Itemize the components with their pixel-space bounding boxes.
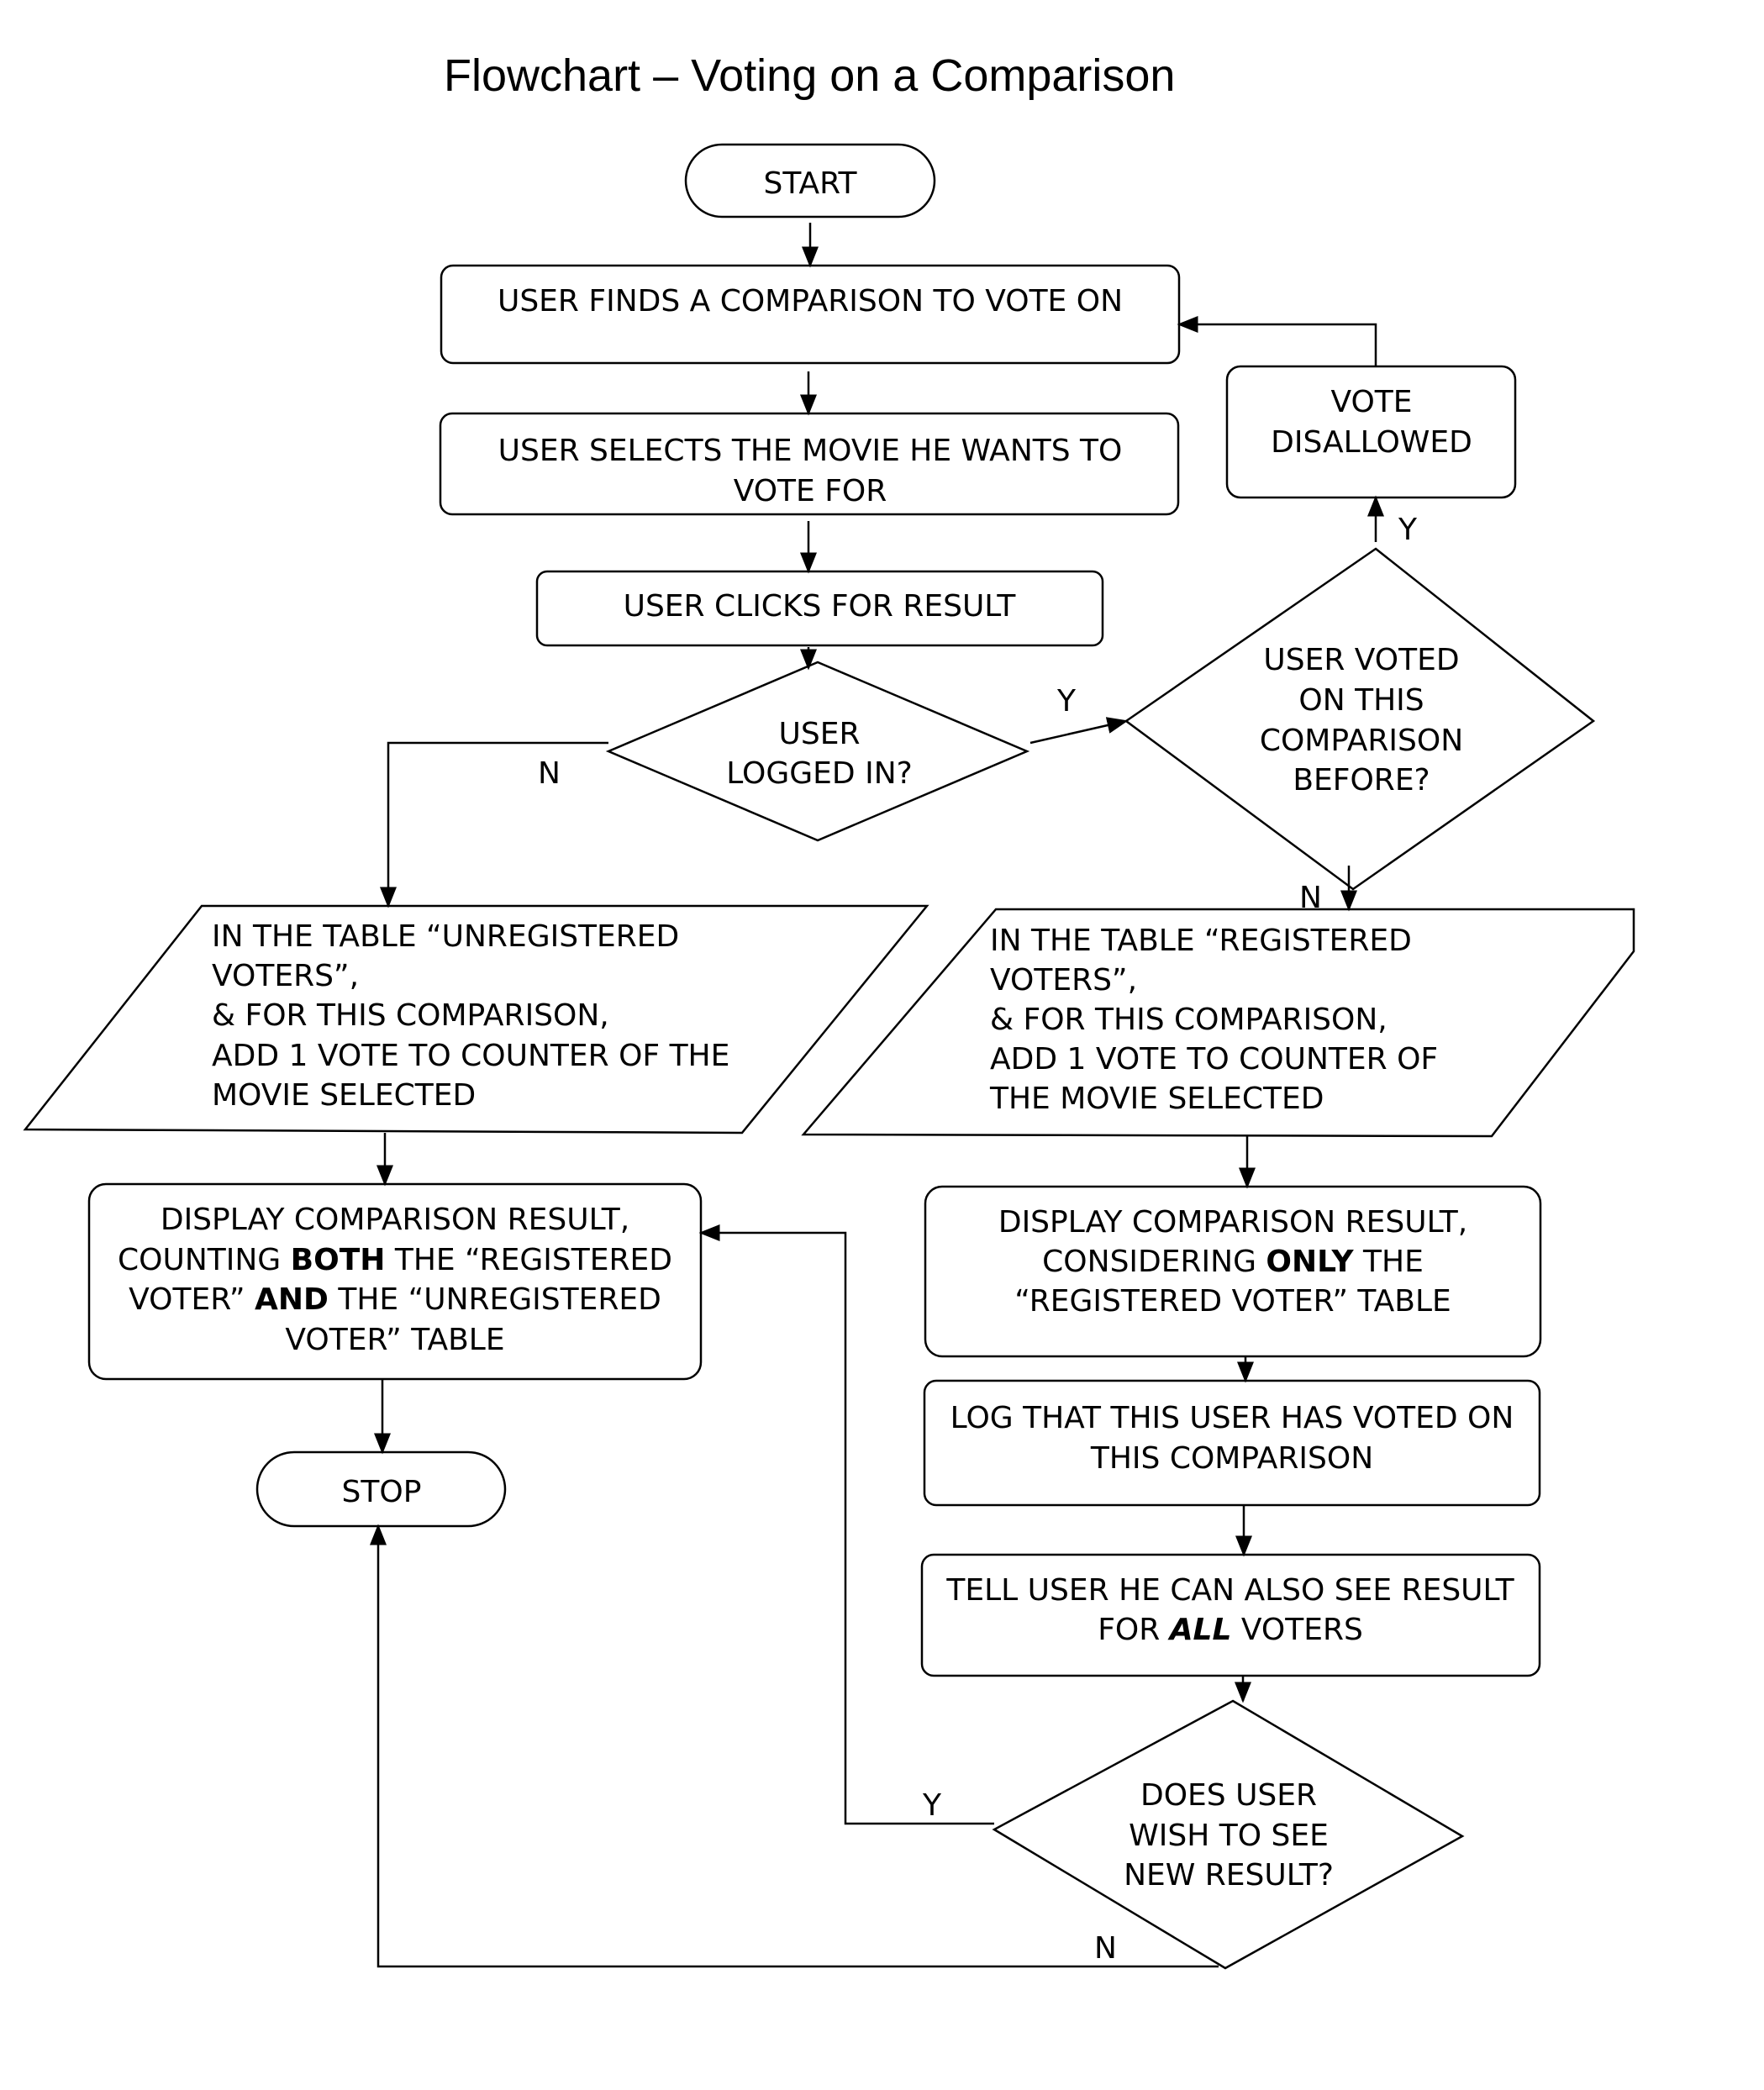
svg-text:“REGISTERED VOTER” TABLE: “REGISTERED VOTER” TABLE [1014,1284,1451,1319]
svg-text:MOVIE SELECTED: MOVIE SELECTED [212,1078,476,1113]
svg-text:CONSIDERING ONLY THE: CONSIDERING ONLY THE [1042,1245,1424,1279]
svg-text:FOR ALL VOTERS: FOR ALL VOTERS [1098,1613,1363,1647]
log-vote-box: LOG THAT THIS USER HAS VOTED ON THIS COM… [923,1379,1541,1507]
svg-text:VOTER” AND THE “UNREGISTERED: VOTER” AND THE “UNREGISTERED [129,1282,661,1317]
stop-terminal: STOP [255,1450,507,1528]
wish-see-result-decision: DOES USER WISH TO SEE NEW RESULT? [992,1699,1465,1970]
svg-text:ADD 1 VOTE TO COUNTER OF THE: ADD 1 VOTE TO COUNTER OF THE [212,1039,729,1073]
label-voted-yes: Y [1398,513,1418,547]
svg-text:BEFORE?: BEFORE? [1293,763,1430,798]
svg-text:& FOR THIS COMPARISON,: & FOR THIS COMPARISON, [990,1003,1388,1037]
svg-text:IN THE TABLE “UNREGISTERED: IN THE TABLE “UNREGISTERED [212,919,679,954]
svg-text:USER SELECTS THE MOVIE HE WANT: USER SELECTS THE MOVIE HE WANTS TO [498,434,1123,468]
label-wish-yes: Y [922,1788,942,1823]
vote-disallowed-box: VOTE DISALLOWED [1225,365,1517,499]
svg-text:LOG THAT THIS USER HAS VOTED O: LOG THAT THIS USER HAS VOTED ON [950,1401,1514,1435]
svg-text:VOTE: VOTE [1330,385,1412,419]
flowchart: Flowchart – Voting on a Comparison START… [23,50,1635,1970]
label-wish-no: N [1094,1931,1117,1966]
svg-text:NEW RESULT?: NEW RESULT? [1124,1858,1334,1893]
svg-text:COUNTING BOTH THE “REGISTERED: COUNTING BOTH THE “REGISTERED [118,1243,672,1277]
display-both-box: DISPLAY COMPARISON RESULT, COUNTING BOTH… [87,1182,703,1381]
logged-in-decision: USER LOGGED IN? [605,661,1030,842]
svg-text:ADD 1 VOTE TO COUNTER OF: ADD 1 VOTE TO COUNTER OF [990,1042,1438,1077]
svg-text:VOTE FOR: VOTE FOR [734,474,887,508]
svg-text:USER CLICKS FOR RESULT: USER CLICKS FOR RESULT [624,589,1017,624]
svg-text:USER VOTED: USER VOTED [1263,643,1459,677]
svg-text:ON THIS: ON THIS [1298,683,1424,718]
label-voted-no: N [1299,881,1322,915]
svg-text:DISPLAY COMPARISON RESULT,: DISPLAY COMPARISON RESULT, [998,1205,1467,1240]
svg-text:DOES USER: DOES USER [1140,1778,1317,1813]
svg-text:THIS COMPARISON: THIS COMPARISON [1090,1441,1373,1476]
display-only-box: DISPLAY COMPARISON RESULT, CONSIDERING O… [924,1185,1542,1358]
svg-text:WISH TO SEE: WISH TO SEE [1129,1819,1329,1853]
svg-text:IN THE TABLE “REGISTERED: IN THE TABLE “REGISTERED [990,924,1412,958]
svg-text:USER FINDS A COMPARISON TO VOT: USER FINDS A COMPARISON TO VOTE ON [498,284,1123,319]
tell-user-box: TELL USER HE CAN ALSO SEE RESULT FOR ALL… [920,1553,1541,1677]
svg-text:DISALLOWED: DISALLOWED [1271,425,1472,460]
svg-text:DISPLAY COMPARISON RESULT,: DISPLAY COMPARISON RESULT, [161,1203,629,1237]
label-logged-in-yes: Y [1056,684,1077,719]
voted-before-decision: USER VOTED ON THIS COMPARISON BEFORE? [1124,547,1596,891]
svg-text:START: START [763,166,857,201]
svg-text:THE MOVIE SELECTED: THE MOVIE SELECTED [989,1082,1324,1116]
svg-text:STOP: STOP [342,1475,422,1509]
svg-text:TELL USER HE CAN ALSO SEE RESU: TELL USER HE CAN ALSO SEE RESULT [945,1573,1514,1608]
find-comparison-box: USER FINDS A COMPARISON TO VOTE ON [440,264,1181,365]
registered-table-io: IN THE TABLE “REGISTERED VOTERS”, & FOR … [801,908,1635,1138]
click-result-box: USER CLICKS FOR RESULT [535,570,1104,647]
flowchart-title: Flowchart – Voting on a Comparison [444,50,1175,101]
start-terminal: START [684,143,936,218]
unregistered-table-io: IN THE TABLE “UNREGISTERED VOTERS”, & FO… [23,904,929,1134]
svg-text:VOTER” TABLE: VOTER” TABLE [285,1323,504,1357]
select-movie-box: USER SELECTS THE MOVIE HE WANTS TO VOTE … [439,412,1180,516]
svg-text:COMPARISON: COMPARISON [1260,724,1463,758]
svg-text:VOTERS”,: VOTERS”, [212,959,359,993]
svg-text:& FOR THIS COMPARISON,: & FOR THIS COMPARISON, [212,998,609,1033]
label-logged-in-no: N [538,756,561,791]
svg-text:LOGGED IN?: LOGGED IN? [726,756,912,791]
svg-text:USER: USER [779,717,861,751]
svg-text:VOTERS”,: VOTERS”, [990,963,1137,998]
